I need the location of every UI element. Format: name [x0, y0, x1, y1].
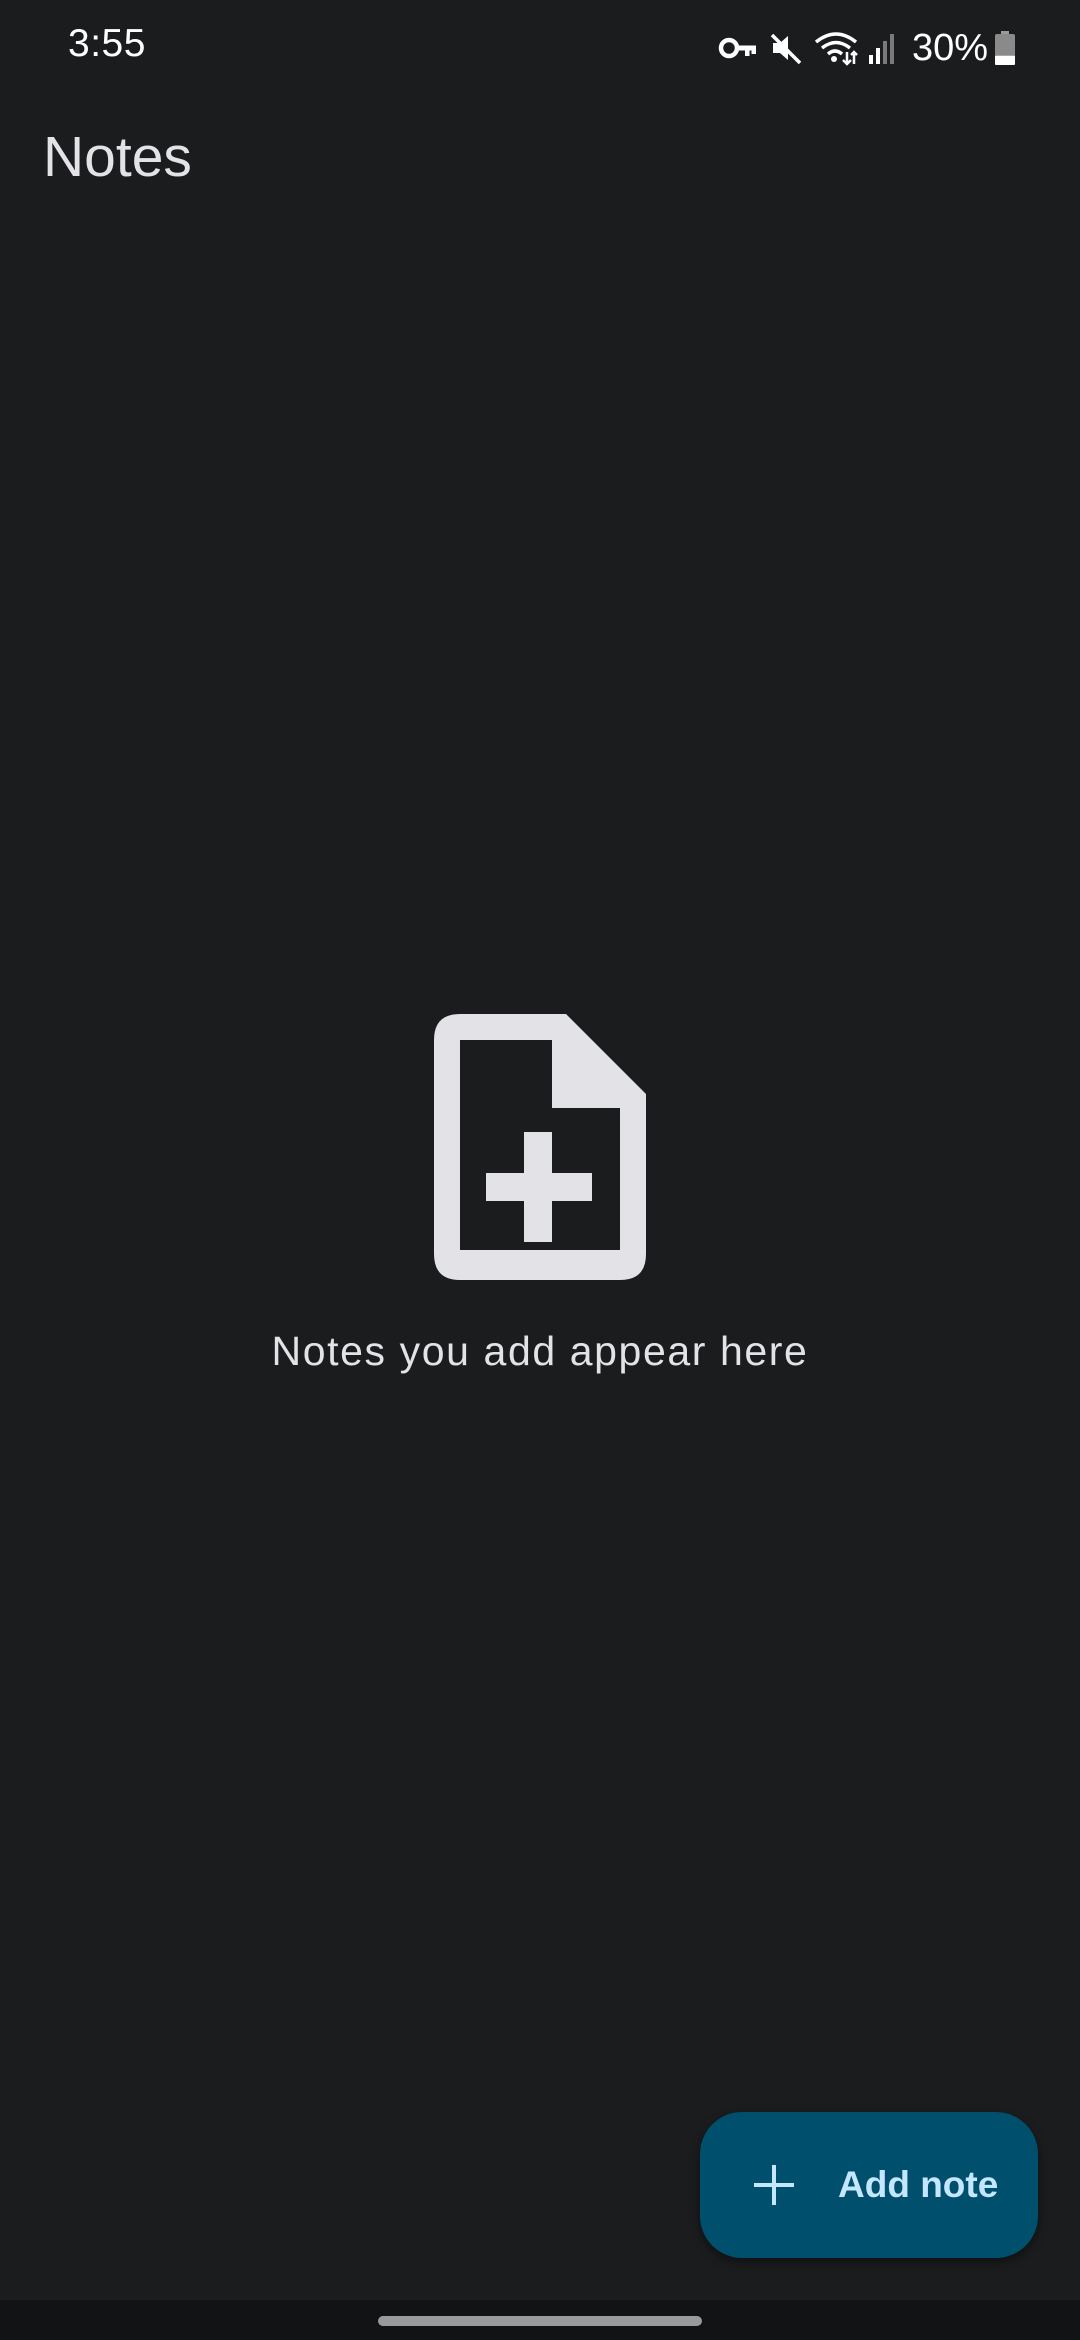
wifi-icon: [814, 30, 858, 66]
battery-percent: 30%: [911, 26, 988, 69]
empty-state: Notes you add appear here: [0, 1014, 1080, 1375]
notes-screen: 3:55 30% Notes Notes you add appear here…: [0, 0, 1080, 2340]
status-time: 3:55: [68, 22, 146, 65]
add-note-label: Add note: [838, 2164, 999, 2205]
empty-state-message: Notes you add appear here: [271, 1328, 809, 1374]
note-add-icon: [434, 1014, 646, 1280]
mute-icon: [768, 30, 804, 66]
home-gesture-handle[interactable]: [378, 2316, 702, 2326]
signal-icon: [868, 31, 898, 65]
battery-icon: [994, 30, 1016, 66]
status-bar: 3:55 30%: [0, 0, 1080, 96]
plus-icon: [754, 2165, 794, 2205]
navigation-bar: [0, 2300, 1080, 2340]
status-icons: 30%: [708, 24, 1016, 72]
page-title: Notes: [43, 125, 192, 189]
vpn-key-icon: [718, 33, 758, 63]
add-note-button[interactable]: Add note: [700, 2112, 1038, 2258]
